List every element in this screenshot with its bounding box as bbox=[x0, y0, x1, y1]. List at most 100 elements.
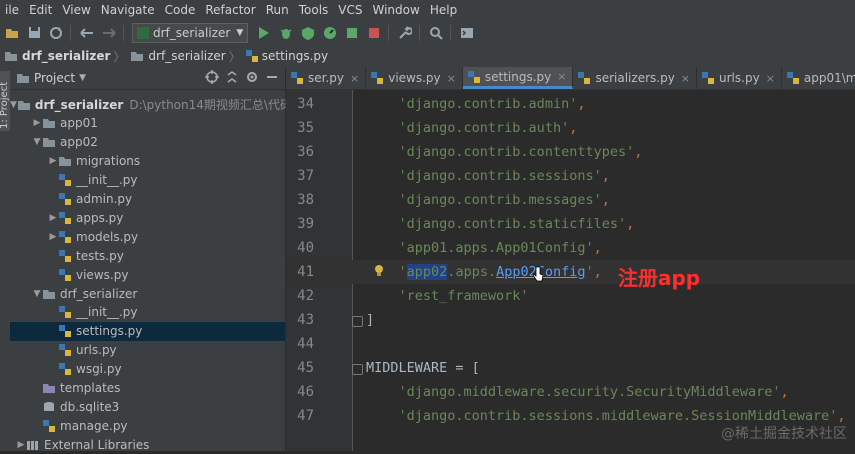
tab-app01-models-py[interactable]: app01\models.py× bbox=[782, 67, 855, 89]
editor-tabs: ser.py × views.py × settings.py × serializers.… bbox=[286, 67, 855, 90]
tab-urls-py[interactable]: urls.py × bbox=[697, 67, 782, 89]
close-icon[interactable]: × bbox=[557, 70, 566, 83]
debug-icon[interactable] bbox=[276, 23, 296, 43]
tree-item[interactable]: ▶ app01 bbox=[10, 114, 285, 133]
chevron-right-icon[interactable]: ▶ bbox=[32, 118, 42, 128]
chevron-right-icon[interactable]: ▶ bbox=[48, 156, 58, 166]
tree-item[interactable]: wsgi.py bbox=[10, 360, 285, 379]
run-config-select[interactable]: drf_serializer ▼ bbox=[132, 22, 249, 43]
chevron-down-icon[interactable]: ▼ bbox=[79, 73, 86, 83]
terminal-icon[interactable] bbox=[457, 23, 477, 43]
tree-item[interactable]: manage.py bbox=[10, 416, 285, 435]
chevron-down-icon[interactable]: ▼ bbox=[10, 100, 17, 110]
tree-item[interactable]: settings.py bbox=[10, 321, 285, 341]
code-text: 'django.contrib.messages', bbox=[398, 192, 610, 208]
breadcrumb-separator: 〉 bbox=[228, 49, 241, 64]
tree-item[interactable]: ▼ drf_serializer D:\python14期视频汇总\代码\drf_ bbox=[10, 95, 319, 114]
sync-icon[interactable] bbox=[46, 23, 66, 43]
hide-icon[interactable] bbox=[265, 70, 279, 87]
stop-icon[interactable] bbox=[364, 23, 384, 43]
code-text: 'django.contrib.staticfiles', bbox=[398, 216, 635, 232]
chevron-down-icon[interactable]: ▼ bbox=[32, 289, 42, 299]
toolbar-separator bbox=[388, 24, 390, 41]
tree-item[interactable]: views.py bbox=[10, 265, 285, 284]
concurrency-icon[interactable] bbox=[342, 23, 362, 43]
code-text: 'django.contrib.auth', bbox=[398, 120, 578, 136]
back-icon[interactable] bbox=[77, 23, 97, 43]
menu-item-code[interactable]: Code bbox=[160, 3, 201, 17]
menu-bar: ile Edit View Navigate Code Refactor Run Tools V… bbox=[0, 0, 855, 20]
forward-icon[interactable] bbox=[99, 23, 119, 43]
close-icon[interactable]: × bbox=[681, 72, 690, 85]
profile-icon[interactable] bbox=[320, 23, 340, 43]
chevron-right-icon[interactable]: ▶ bbox=[16, 440, 26, 450]
menu-item-help[interactable]: Help bbox=[425, 3, 462, 17]
tree-item[interactable]: ▼ drf_serializer bbox=[10, 284, 285, 303]
fold-marker-icon[interactable] bbox=[352, 316, 363, 327]
wrench-icon[interactable] bbox=[395, 23, 415, 43]
menu-item-ile[interactable]: ile bbox=[0, 3, 24, 17]
code-line: 38 'django.contrib.messages', bbox=[286, 188, 855, 212]
tree-item-label: admin.py bbox=[76, 192, 133, 206]
tree-item[interactable]: admin.py bbox=[10, 190, 285, 209]
tab-ser-py[interactable]: ser.py × bbox=[286, 67, 367, 89]
close-icon[interactable]: × bbox=[350, 72, 359, 85]
menu-item-view[interactable]: View bbox=[57, 3, 95, 17]
tree-item[interactable]: ▶ External Libraries bbox=[10, 435, 285, 454]
tab-views-py[interactable]: views.py × bbox=[366, 67, 463, 89]
tree-item[interactable]: ▼ app02 bbox=[10, 133, 285, 152]
tree-item-label: tests.py bbox=[76, 248, 124, 263]
breadcrumb-separator: 〉 bbox=[113, 49, 126, 64]
tree-item[interactable]: ▶ apps.py bbox=[10, 208, 285, 227]
close-icon[interactable]: × bbox=[766, 72, 775, 85]
tree-item[interactable]: urls.py bbox=[10, 341, 285, 360]
chevron-right-icon[interactable]: ▶ bbox=[48, 213, 58, 223]
tree-item[interactable]: ▶ models.py bbox=[10, 227, 285, 246]
tree-item[interactable]: db.sqlite3 bbox=[10, 397, 285, 416]
fold-marker-icon[interactable] bbox=[352, 364, 363, 375]
menu-item-refactor[interactable]: Refactor bbox=[200, 3, 260, 17]
tree-item[interactable]: __init__.py bbox=[10, 171, 285, 190]
chevron-right-icon[interactable]: ▶ bbox=[48, 232, 58, 242]
code-editor[interactable]: 34 'django.contrib.admin', 35 'django.con… bbox=[286, 90, 855, 451]
coverage-icon[interactable] bbox=[298, 23, 318, 43]
library-icon bbox=[26, 439, 40, 451]
database-icon bbox=[42, 401, 56, 413]
menu-item-window[interactable]: Window bbox=[368, 3, 425, 17]
tree-item[interactable]: tests.py bbox=[10, 246, 285, 265]
line-number: 36 bbox=[297, 144, 314, 160]
python-file-icon bbox=[58, 174, 72, 187]
menu-item-edit[interactable]: Edit bbox=[24, 3, 57, 17]
menu-item-vcs[interactable]: VCS bbox=[333, 3, 367, 17]
close-icon[interactable]: × bbox=[447, 72, 456, 85]
save-icon[interactable] bbox=[24, 23, 44, 43]
project-title[interactable]: Project bbox=[34, 71, 75, 85]
tab-label: app01\models.py bbox=[803, 71, 855, 85]
collapse-icon[interactable] bbox=[225, 70, 239, 87]
tree-item[interactable]: __init__.py bbox=[10, 303, 285, 322]
menu-item-tools[interactable]: Tools bbox=[294, 3, 334, 17]
line-number: 44 bbox=[297, 336, 314, 352]
tab-settings-py[interactable]: settings.py × bbox=[462, 67, 574, 89]
python-file-icon bbox=[578, 72, 591, 84]
search-icon[interactable] bbox=[426, 23, 446, 43]
project-tool-tab[interactable]: 1: Project bbox=[0, 71, 10, 131]
gear-icon[interactable] bbox=[245, 70, 259, 87]
locate-icon[interactable] bbox=[205, 69, 219, 87]
open-folder-icon[interactable] bbox=[2, 23, 22, 43]
menu-item-navigate[interactable]: Navigate bbox=[96, 3, 160, 17]
tab-serializers-py[interactable]: serializers.py × bbox=[573, 67, 698, 89]
python-file-icon bbox=[467, 70, 480, 83]
tree-item[interactable]: templates bbox=[10, 379, 285, 398]
tree-item[interactable]: ▶ migrations bbox=[10, 152, 285, 171]
breadcrumb-item[interactable]: drf_serializer bbox=[126, 49, 227, 63]
run-icon[interactable] bbox=[254, 23, 274, 43]
menu-item-run[interactable]: Run bbox=[261, 3, 294, 17]
lightbulb-icon[interactable] bbox=[374, 264, 384, 281]
tab-label: ser.py bbox=[308, 71, 344, 85]
breadcrumb-item[interactable]: drf_serializer bbox=[0, 49, 112, 63]
chevron-down-icon[interactable]: ▼ bbox=[32, 137, 42, 147]
code-line: 40 'app01.apps.App01Config', bbox=[286, 236, 855, 260]
python-file-icon bbox=[42, 419, 56, 432]
breadcrumb-item[interactable]: settings.py bbox=[242, 49, 330, 63]
